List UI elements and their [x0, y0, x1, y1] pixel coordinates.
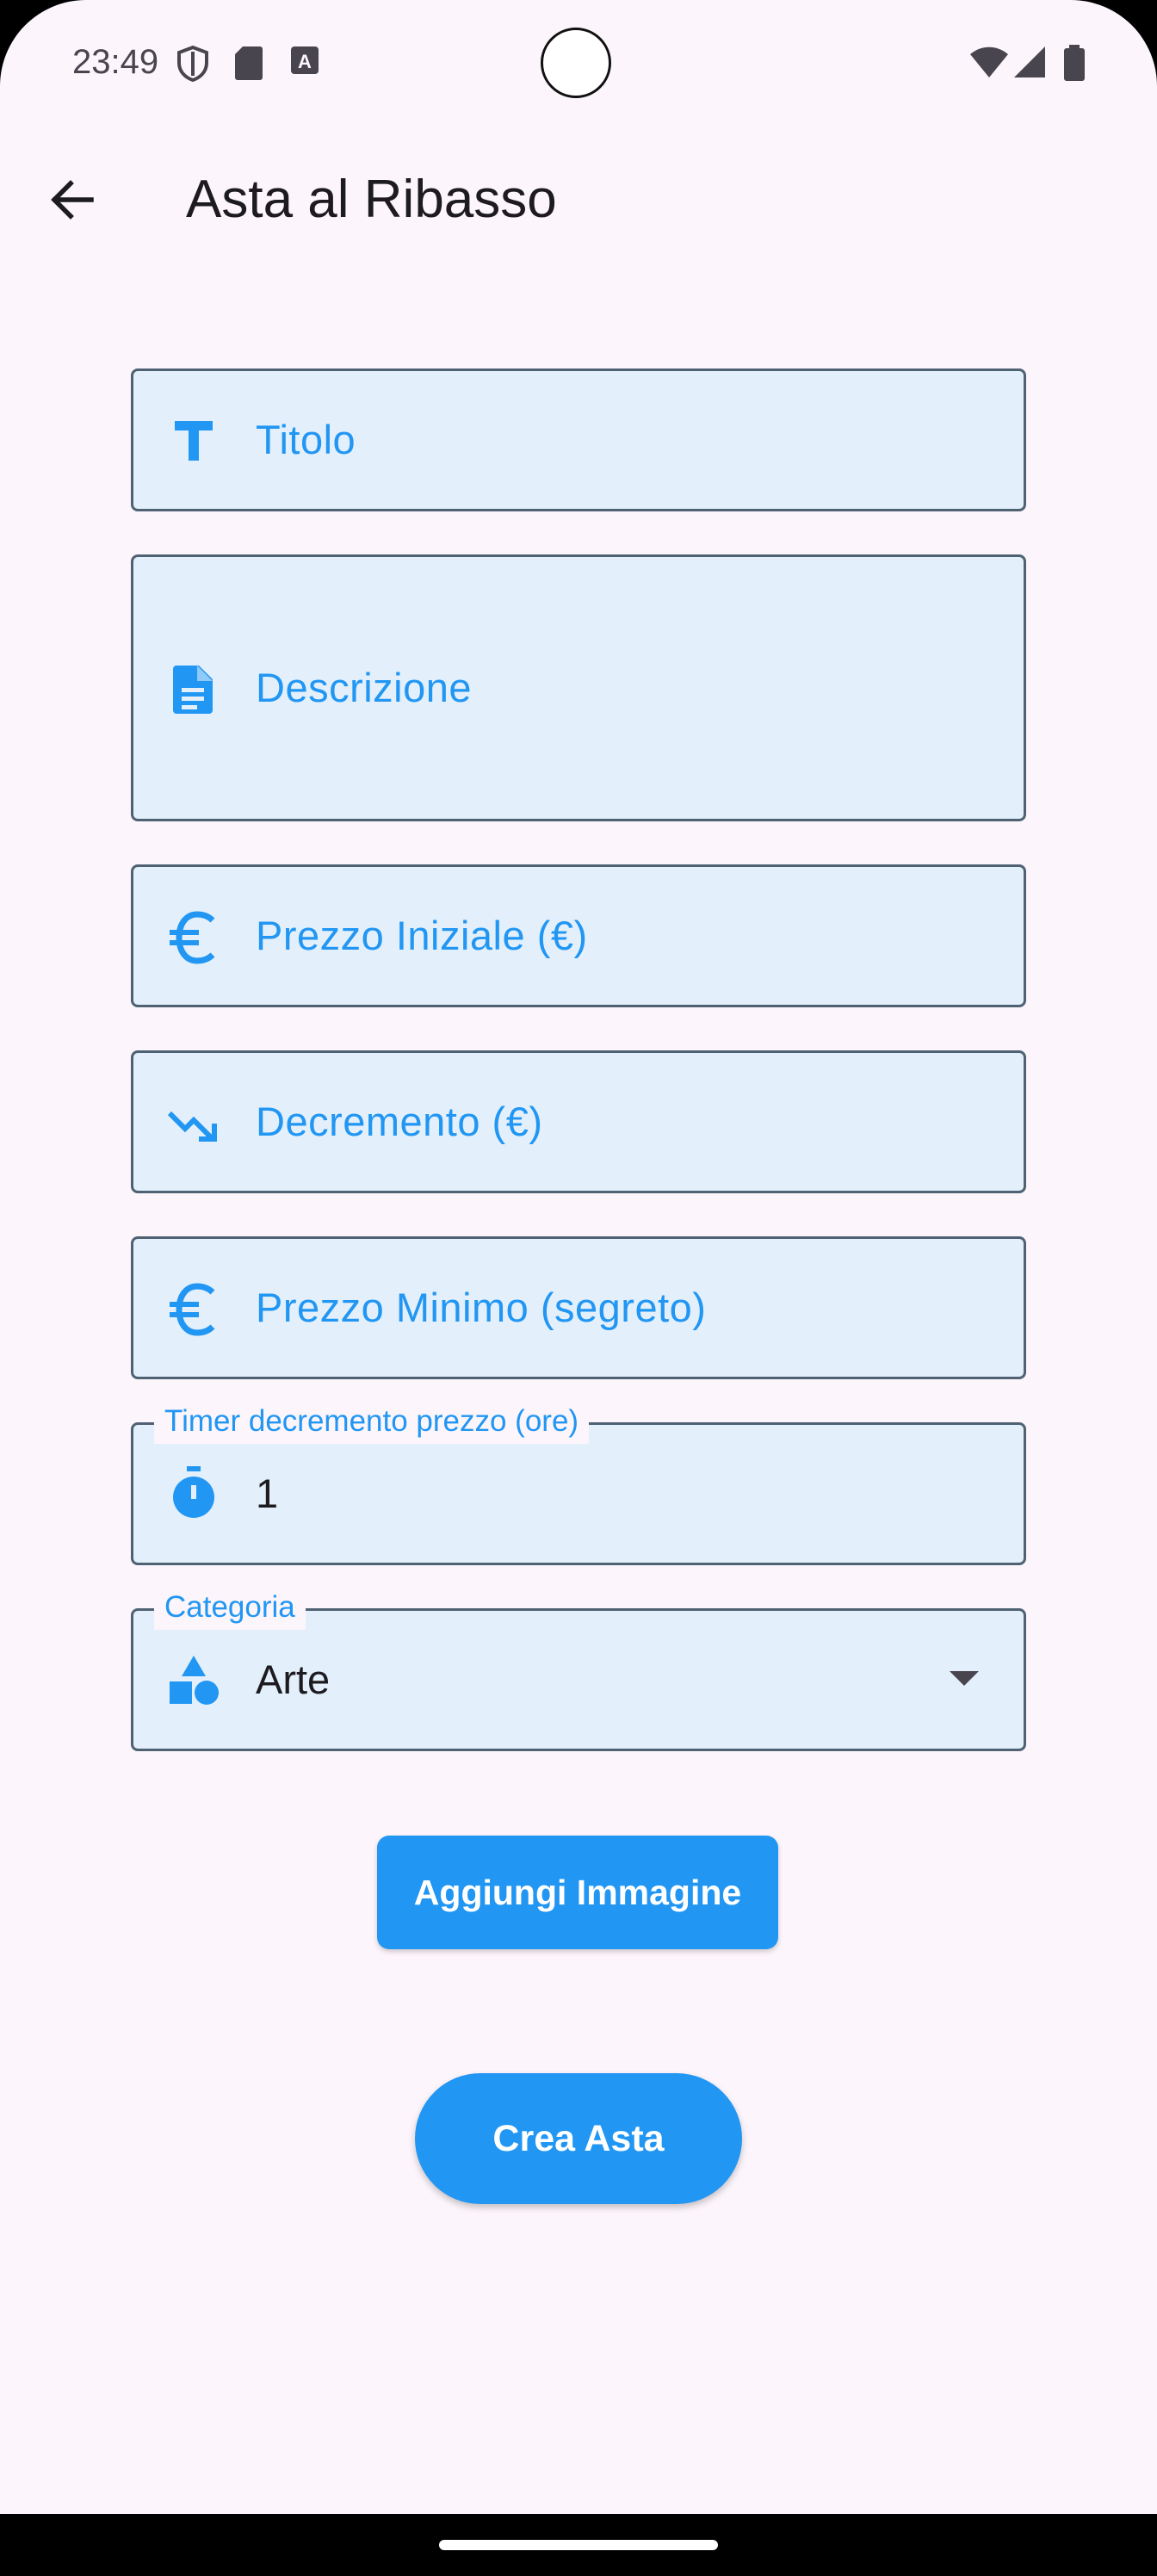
- category-shapes-icon: [170, 1656, 219, 1705]
- title-field[interactable]: Titolo: [131, 368, 1026, 511]
- description-document-icon: [173, 666, 213, 714]
- back-arrow-icon[interactable]: [45, 172, 100, 227]
- add-image-button[interactable]: Aggiungi Immagine: [377, 1836, 778, 1949]
- category-selected-value: Arte: [256, 1656, 331, 1702]
- status-time: 23:49: [72, 43, 159, 81]
- euro-icon: [170, 911, 215, 964]
- initial-price-field[interactable]: Prezzo Iniziale (€): [131, 864, 1026, 1007]
- wifi-icon: [970, 46, 1008, 77]
- timer-field-value: 1: [256, 1471, 279, 1516]
- category-dropdown[interactable]: Categoria Arte: [131, 1585, 1026, 1751]
- camera-cutout: [541, 28, 611, 98]
- create-auction-button[interactable]: Crea Asta: [415, 2073, 742, 2204]
- decrement-field-label: Decremento (€): [256, 1099, 543, 1144]
- initial-price-field-label: Prezzo Iniziale (€): [256, 913, 588, 958]
- title-text-icon: [175, 421, 213, 461]
- svg-text:A: A: [298, 51, 312, 72]
- min-price-field-label: Prezzo Minimo (segreto): [256, 1285, 707, 1330]
- title-field-label: Titolo: [256, 417, 356, 462]
- min-price-field[interactable]: Prezzo Minimo (segreto): [131, 1236, 1026, 1379]
- battery-icon: [1064, 45, 1085, 81]
- category-field-label: Categoria: [154, 1585, 306, 1630]
- decrement-field[interactable]: Decremento (€): [131, 1050, 1026, 1193]
- timer-field[interactable]: Timer decremento prezzo (ore) 1: [131, 1399, 1026, 1565]
- description-field[interactable]: Descrizione: [131, 554, 1026, 821]
- stopwatch-icon: [173, 1466, 214, 1518]
- home-indicator[interactable]: [439, 2540, 718, 2550]
- timer-field-label: Timer decremento prezzo (ore): [154, 1399, 590, 1444]
- sd-card-icon: [235, 46, 263, 80]
- page-title: Asta al Ribasso: [186, 170, 557, 229]
- trending-down-icon: [167, 1111, 217, 1142]
- euro-icon: [170, 1283, 215, 1336]
- description-field-label: Descrizione: [256, 665, 473, 710]
- dropdown-arrow-icon: [950, 1671, 979, 1686]
- autofill-icon: A: [291, 46, 319, 74]
- signal-icon: [1014, 46, 1045, 77]
- shield-icon: [177, 45, 208, 83]
- app-screen: 23:49 A Asta al Ribasso Titolo Descrizio…: [0, 0, 1157, 2514]
